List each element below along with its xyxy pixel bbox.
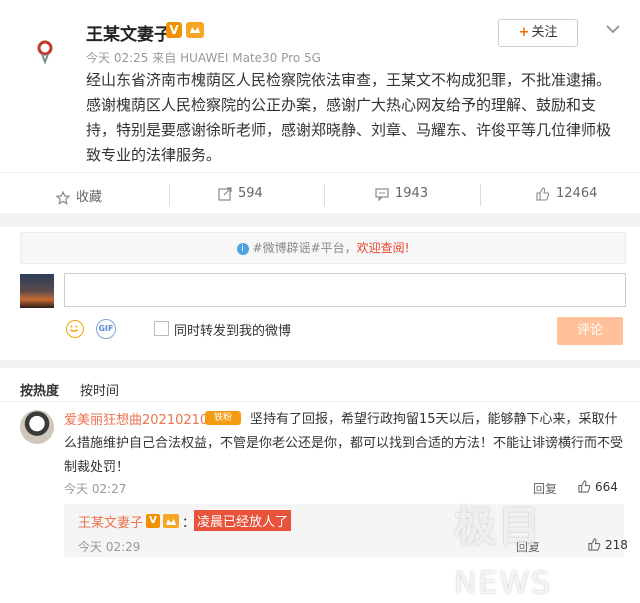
follow-button[interactable]: + 关注 [498, 19, 578, 47]
divider [0, 401, 640, 402]
post-meta: 今天 02:25 来自 HUAWEI Mate30 Pro 5G [86, 49, 321, 66]
favorite-button[interactable]: 收藏 [55, 186, 103, 205]
section-divider [0, 360, 640, 368]
favorite-label: 收藏 [76, 190, 103, 205]
comment-input[interactable] [64, 273, 626, 307]
avatar-logo-icon [37, 40, 53, 64]
news-watermark-logo: 极目NEWS [454, 502, 553, 601]
like-count: 12464 [556, 186, 598, 201]
sub-reply-time: 今天 02:29 [78, 540, 141, 554]
sub-reply-text: 凌晨已经放人了 [194, 510, 292, 531]
repost-button[interactable]: 594 [218, 186, 263, 201]
chevron-down-icon[interactable] [602, 18, 624, 40]
verified-badge-icon: V [146, 514, 160, 528]
info-icon: i [236, 242, 249, 255]
member-badge-icon [186, 22, 204, 38]
commenter-avatar[interactable] [20, 410, 54, 444]
comment-like-count: 664 [595, 480, 618, 494]
star-icon [55, 190, 71, 205]
like-button[interactable]: 12464 [536, 186, 597, 201]
follow-label: 关注 [531, 25, 558, 40]
divider [480, 184, 481, 206]
post-content: 经山东省济南市槐荫区人民检察院依法审查，王某文不构成犯罪，不批准逮捕。感谢槐荫区… [86, 71, 612, 164]
section-divider [0, 213, 640, 227]
follow-plus-icon: + [518, 25, 530, 40]
comment-body: 坚持有了回报，希望行政拘留15天以后，能够静下心来，采取什么措施维护自己合法权益… [64, 412, 624, 475]
repost-icon [218, 186, 232, 201]
thumbs-up-icon [536, 186, 550, 201]
rumor-link[interactable]: 欢迎查阅! [357, 241, 410, 255]
post-time: 今天 02:25 [86, 51, 149, 65]
member-badge-icon [163, 514, 179, 528]
author-avatar[interactable] [18, 24, 74, 80]
sub-reply-author[interactable]: 王某文妻子 [78, 512, 143, 531]
verified-badge-icon: V [166, 22, 182, 38]
repost-checkbox[interactable] [154, 321, 169, 336]
repost-count: 594 [238, 186, 263, 201]
emoji-icon[interactable] [66, 320, 84, 338]
comment-button[interactable]: 1943 [375, 186, 428, 201]
tab-sort-by-hot[interactable]: 按热度 [20, 380, 59, 399]
repost-checkbox-label: 同时转发到我的微博 [174, 324, 292, 339]
post-author-name[interactable]: 王某文妻子 [86, 20, 171, 45]
comment-text: 坚持有了回报，希望行政拘留15天以后，能够静下心来，采取什么措施维护自己合法权益… [64, 408, 624, 480]
comment-time: 今天 02:27 [64, 482, 127, 496]
divider [0, 172, 640, 173]
rumor-banner: i #微博辟谣#平台，欢迎查阅! [20, 232, 626, 264]
rumor-prefix: #微博辟谣#平台， [252, 241, 357, 255]
comment-count: 1943 [395, 186, 429, 201]
comment-like-button[interactable]: 664 [578, 480, 618, 494]
gif-icon[interactable]: GIF [96, 319, 116, 339]
submit-comment-button[interactable]: 评论 [557, 317, 623, 345]
divider [324, 184, 325, 206]
post-device[interactable]: HUAWEI Mate30 Pro 5G [180, 51, 321, 65]
post-source-prefix: 来自 [152, 51, 177, 65]
current-user-avatar [20, 274, 54, 308]
divider [169, 184, 170, 206]
tab-sort-by-time[interactable]: 按时间 [80, 380, 119, 399]
thumbs-up-icon [578, 480, 591, 493]
comment-icon [375, 187, 389, 201]
